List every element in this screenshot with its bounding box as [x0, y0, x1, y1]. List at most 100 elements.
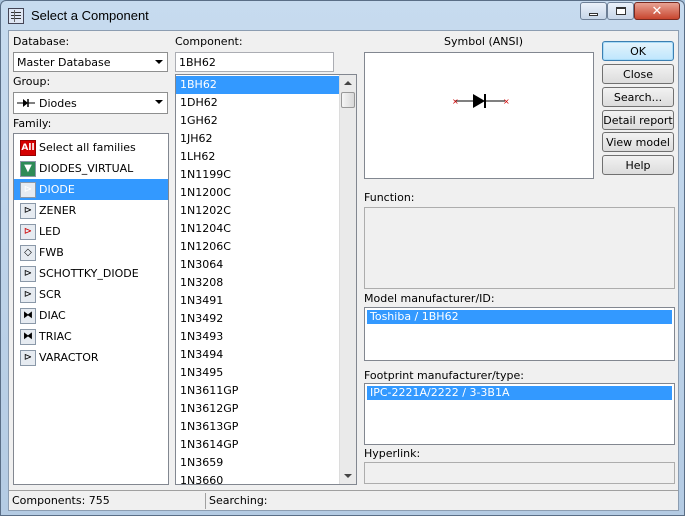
component-item[interactable]: 1N1206C [176, 238, 339, 256]
chevron-down-icon [155, 100, 163, 104]
component-item[interactable]: 1N3493 [176, 328, 339, 346]
group-select[interactable]: Diodes [13, 92, 168, 114]
family-list[interactable]: All Select all families ▼ DIODES_VIRTUAL… [13, 133, 169, 485]
model-list-item[interactable]: Toshiba / 1BH62 [367, 310, 672, 324]
fwb-icon: ◇ [20, 244, 36, 261]
status-divider [205, 493, 206, 509]
database-label: Database: [13, 35, 70, 48]
family-item-varactor[interactable]: ⊳ VARACTOR [14, 347, 168, 368]
maximize-icon [615, 7, 626, 15]
schottky-diode-icon: ⊳ [20, 265, 36, 282]
footprint-label: Footprint manufacturer/type: [364, 369, 524, 382]
component-item[interactable]: 1N3611GP [176, 382, 339, 400]
function-panel [364, 207, 675, 289]
components-count: Components: 755 [12, 494, 110, 507]
hyperlink-field[interactable] [364, 462, 675, 484]
group-select-value: Diodes [39, 96, 77, 110]
component-item[interactable]: 1N3208 [176, 274, 339, 292]
view-model-button[interactable]: View model [602, 132, 674, 152]
svg-text:×: × [452, 97, 459, 106]
database-select[interactable]: Master Database [13, 52, 168, 72]
family-item-all[interactable]: All Select all families [14, 137, 168, 158]
searching-status: Searching: [209, 494, 268, 507]
component-item[interactable]: 1N1204C [176, 220, 339, 238]
component-search-input[interactable]: 1BH62 [175, 52, 334, 72]
zener-icon: ⊳ [20, 202, 36, 219]
component-item[interactable]: 1N3495 [176, 364, 339, 382]
diodes-virtual-icon: ▼ [20, 160, 36, 177]
diode-group-icon [17, 99, 35, 107]
footprint-list-item[interactable]: IPC-2221A/2222 / 3-3B1A [367, 386, 672, 400]
component-item[interactable]: 1N3659 [176, 454, 339, 472]
component-item[interactable]: 1N3064 [176, 256, 339, 274]
search-button[interactable]: Search... [602, 87, 674, 107]
family-item-label: DIODES_VIRTUAL [39, 162, 134, 175]
minimize-button[interactable] [580, 2, 607, 20]
ok-button[interactable]: OK [602, 41, 674, 61]
model-list[interactable]: Toshiba / 1BH62 [364, 307, 675, 361]
family-item-label: SCHOTTKY_DIODE [39, 267, 139, 280]
component-item[interactable]: 1DH62 [176, 94, 339, 112]
family-item-zener[interactable]: ⊳ ZENER [14, 200, 168, 221]
family-item-schottky-diode[interactable]: ⊳ SCHOTTKY_DIODE [14, 263, 168, 284]
footprint-list[interactable]: IPC-2221A/2222 / 3-3B1A [364, 383, 675, 445]
family-item-triac[interactable]: ⧓ TRIAC [14, 326, 168, 347]
component-list[interactable]: 1BH62 1DH62 1GH62 1JH62 1LH62 1N1199C 1N… [175, 74, 357, 485]
component-item[interactable]: 1N3491 [176, 292, 339, 310]
family-item-diodes-virtual[interactable]: ▼ DIODES_VIRTUAL [14, 158, 168, 179]
component-item[interactable]: 1N3494 [176, 346, 339, 364]
family-item-fwb[interactable]: ◇ FWB [14, 242, 168, 263]
group-label: Group: [13, 75, 51, 88]
family-item-label: TRIAC [39, 330, 72, 343]
component-item[interactable]: 1N1200C [176, 184, 339, 202]
family-item-label: Select all families [39, 141, 136, 154]
family-item-scr[interactable]: ⊳ SCR [14, 284, 168, 305]
scroll-down-icon[interactable] [340, 468, 356, 484]
symbol-preview: × × [364, 52, 594, 179]
component-item[interactable]: 1LH62 [176, 148, 339, 166]
family-item-label: ZENER [39, 204, 77, 217]
component-dialog-window: Select a Component ✕ Database: Master Da… [0, 0, 685, 516]
component-item[interactable]: 1N3612GP [176, 400, 339, 418]
symbol-label: Symbol (ANSI) [444, 35, 524, 48]
component-search-value: 1BH62 [179, 55, 216, 69]
function-label: Function: [364, 191, 415, 204]
title-bar[interactable]: Select a Component ✕ [1, 1, 684, 31]
component-item[interactable]: 1N3614GP [176, 436, 339, 454]
close-window-button[interactable]: ✕ [634, 2, 680, 20]
family-item-label: VARACTOR [39, 351, 99, 364]
scr-icon: ⊳ [20, 286, 36, 303]
component-item[interactable]: 1N1202C [176, 202, 339, 220]
family-item-label: FWB [39, 246, 64, 259]
component-item[interactable]: 1N3660 [176, 472, 339, 484]
component-item[interactable]: 1BH62 [176, 76, 339, 94]
family-item-label: DIAC [39, 309, 66, 322]
component-item[interactable]: 1JH62 [176, 130, 339, 148]
component-item[interactable]: 1GH62 [176, 112, 339, 130]
varactor-icon: ⊳ [20, 349, 36, 366]
component-list-scrollbar[interactable] [339, 75, 356, 484]
led-icon: ⊳ [20, 223, 36, 240]
family-label: Family: [13, 117, 52, 130]
component-item[interactable]: 1N3613GP [176, 418, 339, 436]
model-label: Model manufacturer/ID: [364, 292, 495, 305]
family-item-diode[interactable]: ⊳ DIODE [14, 179, 168, 200]
family-item-led[interactable]: ⊳ LED [14, 221, 168, 242]
component-item[interactable]: 1N1199C [176, 166, 339, 184]
component-item[interactable]: 1N3492 [176, 310, 339, 328]
detail-report-button[interactable]: Detail report [602, 110, 674, 130]
family-item-diac[interactable]: ⧓ DIAC [14, 305, 168, 326]
hyperlink-label: Hyperlink: [364, 447, 421, 460]
component-label: Component: [175, 35, 243, 48]
minimize-icon [589, 12, 598, 16]
diac-icon: ⧓ [20, 307, 36, 324]
scroll-thumb[interactable] [341, 92, 355, 108]
diode-icon: ⊳ [20, 181, 36, 198]
chevron-down-icon [155, 60, 163, 64]
close-button[interactable]: Close [602, 64, 674, 84]
scroll-up-icon[interactable] [340, 75, 356, 91]
help-button[interactable]: Help [602, 155, 674, 175]
maximize-button[interactable] [607, 2, 634, 20]
family-item-label: DIODE [39, 183, 75, 196]
database-select-value: Master Database [17, 55, 111, 69]
